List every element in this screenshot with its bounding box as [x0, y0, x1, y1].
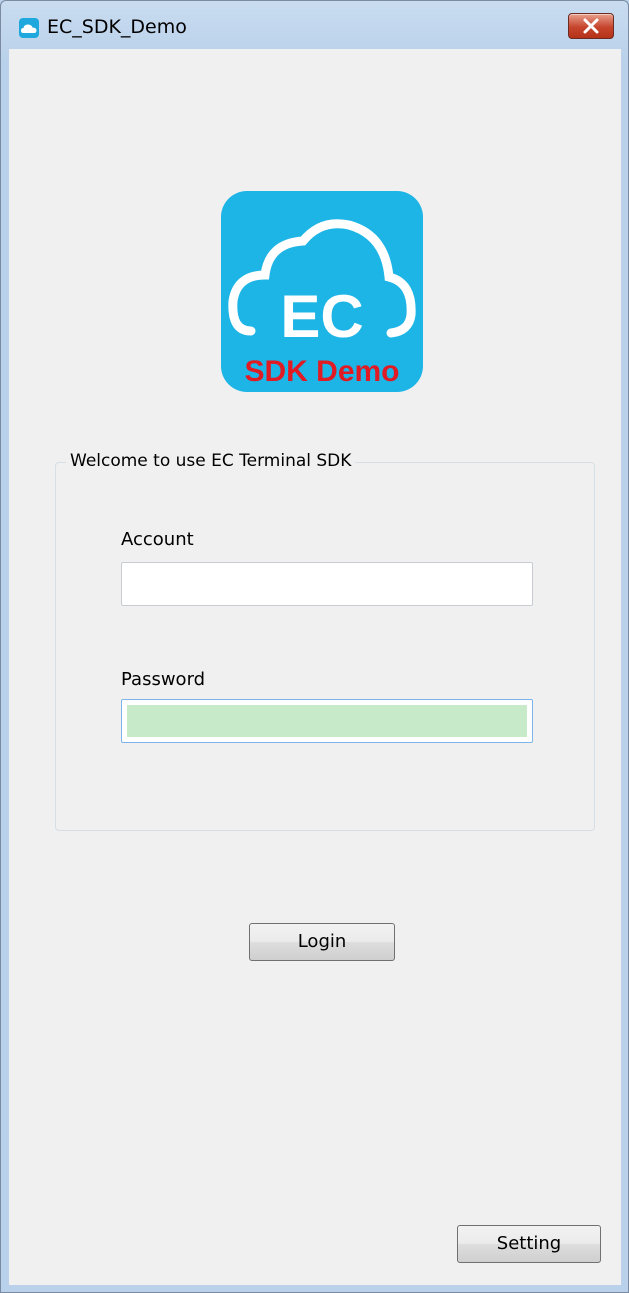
client-area: EC SDK Demo Welcome to use EC Terminal S… [9, 49, 621, 1285]
app-cloud-icon [19, 18, 39, 38]
close-icon [583, 18, 599, 34]
password-label: Password [121, 669, 206, 690]
title-bar[interactable]: EC_SDK_Demo [1, 1, 628, 49]
groupbox-legend: Welcome to use EC Terminal SDK [66, 451, 356, 471]
window-title: EC_SDK_Demo [47, 16, 187, 38]
app-window: EC_SDK_Demo EC SDK Demo Welcome to use E… [0, 0, 629, 1293]
account-label: Account [121, 529, 194, 550]
account-input[interactable] [122, 563, 532, 605]
login-groupbox: Welcome to use EC Terminal SDK Account P… [55, 451, 595, 831]
logo-ec-text: EC [280, 283, 363, 350]
logo-sdk-demo-text: SDK Demo [244, 355, 399, 388]
ec-sdk-demo-logo: EC SDK Demo [221, 191, 423, 392]
account-field-box [121, 562, 533, 606]
password-field-box [121, 699, 533, 743]
setting-button[interactable]: Setting [457, 1225, 601, 1263]
close-button[interactable] [568, 13, 614, 39]
password-input[interactable] [127, 705, 527, 737]
login-button[interactable]: Login [249, 923, 395, 961]
